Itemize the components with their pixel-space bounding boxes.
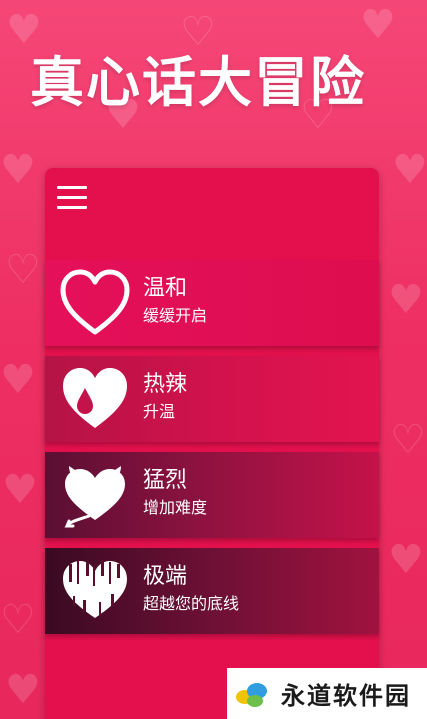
heart-outline-icon [60,269,130,335]
devil-heart-icon [64,466,125,528]
bg-heart-icon: ♡ [0,597,36,643]
bg-heart-icon: ♡ [390,417,426,463]
app-title: 真心话大冒险 [30,51,366,114]
level-name: 热辣 [143,372,188,397]
hamburger-menu-icon[interactable] [57,186,89,210]
level-description: 缓缓开启 [143,306,208,325]
leaf-logo-icon [236,682,267,707]
level-item-fierce[interactable]: 猛烈 增加难度 [45,452,379,538]
level-description: 增加难度 [143,498,208,517]
glitch-heart-icon [63,560,127,618]
bg-heart-icon: ♥ [392,147,427,193]
level-name: 极端 [143,564,188,589]
level-item-mild[interactable]: 温和 缓缓开启 [45,260,379,346]
bg-heart-icon: ♥ [388,277,424,323]
bg-heart-icon: ♡ [5,247,41,293]
level-item-spicy[interactable]: 热辣 升温 [45,356,379,442]
heart-drop-icon [63,368,127,428]
bg-heart-icon: ♥ [5,667,41,713]
watermark-banner: 永道软件园 [227,668,427,719]
level-card: 温和 缓缓开启 热辣 升温 猛烈 增加难度 极端 超越您的底线 [45,168,379,719]
watermark-text: 永道软件园 [281,682,411,710]
bg-heart-icon: ♥ [2,467,38,513]
level-item-extreme[interactable]: 极端 超越您的底线 [45,548,379,634]
bg-heart-icon: ♥ [0,147,36,193]
level-name: 猛烈 [143,468,188,493]
level-description: 超越您的底线 [143,594,240,613]
level-list: 温和 缓缓开启 热辣 升温 猛烈 增加难度 极端 超越您的底线 [45,260,379,644]
level-name: 温和 [143,276,188,301]
bg-heart-icon: ♥ [0,357,36,403]
bg-heart-icon: ♥ [388,537,424,583]
level-description: 升温 [143,402,176,421]
